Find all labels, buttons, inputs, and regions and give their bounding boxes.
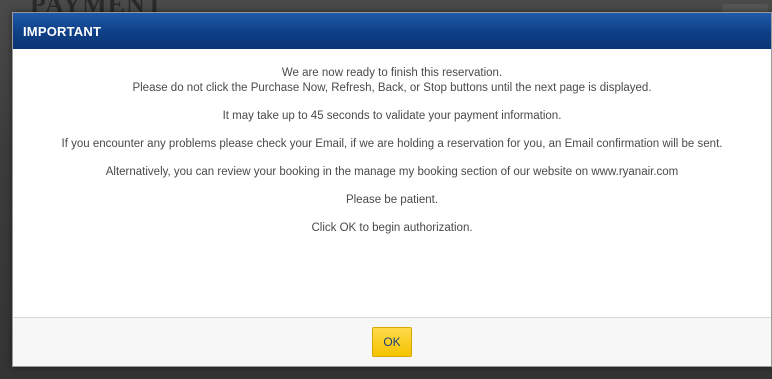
ok-button[interactable]: OK	[372, 327, 412, 357]
dialog-titlebar: IMPORTANT	[13, 13, 771, 49]
message-manage-booking: Alternatively, you can review your booki…	[105, 166, 679, 178]
message-be-patient: Please be patient.	[345, 194, 439, 206]
dialog-title: IMPORTANT	[23, 23, 102, 39]
message-email-notice: If you encounter any problems please che…	[61, 138, 723, 150]
message-do-not-click: Please do not click the Purchase Now, Re…	[132, 82, 652, 94]
message-ready: We are now ready to finish this reservat…	[281, 67, 503, 79]
dialog-footer: OK	[13, 317, 771, 366]
important-dialog: IMPORTANT We are now ready to finish thi…	[12, 12, 772, 367]
dialog-message: We are now ready to finish this reservat…	[13, 49, 771, 236]
message-click-ok: Click OK to begin authorization.	[311, 222, 473, 234]
message-validation-time: It may take up to 45 seconds to validate…	[222, 110, 562, 122]
